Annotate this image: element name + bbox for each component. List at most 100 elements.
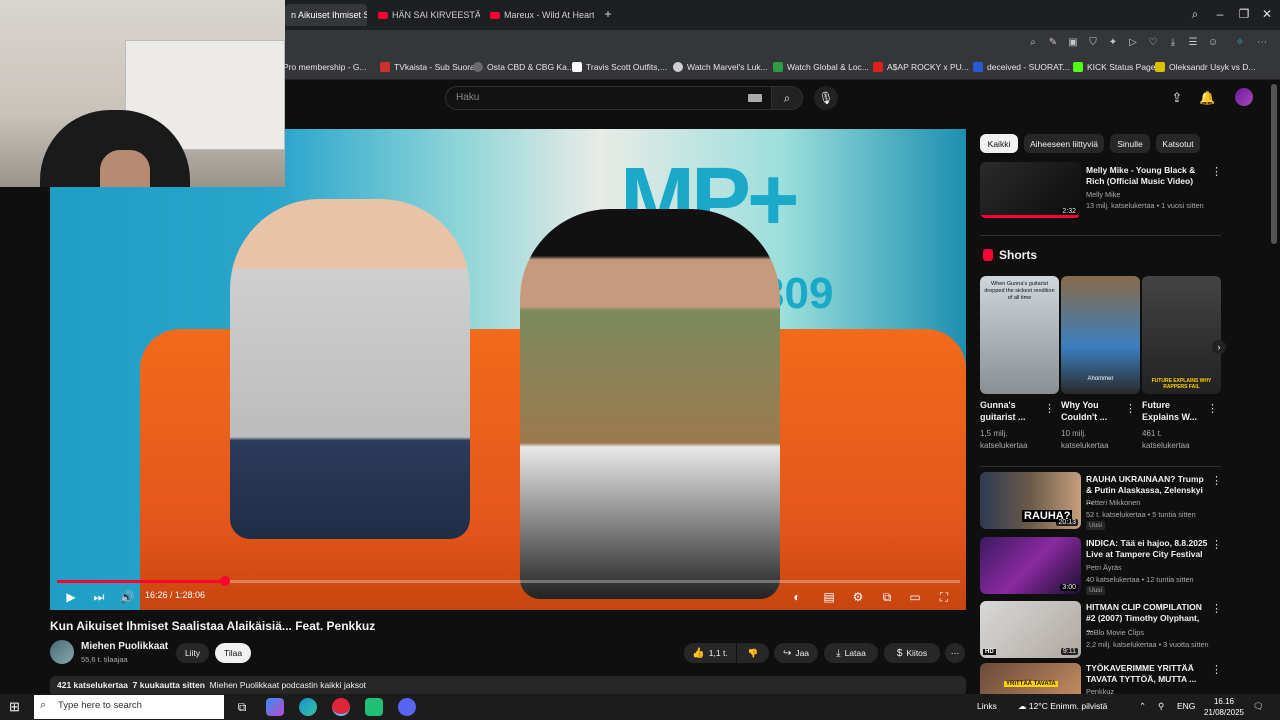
taskbar-search-input[interactable]: Type here to search [34,695,224,719]
recommended-channel[interactable]: Petri Äyräs [1086,562,1216,573]
menu-icon[interactable]: ⋯ [1256,37,1268,49]
profile-icon[interactable]: ☺ [1207,37,1219,49]
recommended-title[interactable]: INDICA: Tää ei hajoo, 8.8.2025 Live at T… [1086,538,1208,560]
recommended-title[interactable]: Melly Mike - Young Black & Rich (Officia… [1086,165,1208,187]
dislike-button[interactable]: 👎 [737,643,769,663]
short-thumbnail[interactable]: Ahommer [1061,276,1140,394]
join-button[interactable]: Liity [176,643,209,663]
bookmark[interactable]: Travis Scott Outfits,... [572,62,667,72]
short-thumbnail[interactable]: When Gunna's guitarist dropped the sicke… [980,276,1059,394]
recommended-channel[interactable]: JoBlo Movie Clips [1086,627,1216,638]
miniplayer-icon[interactable]: ⧉ [878,589,896,605]
copilot-app-icon[interactable] [266,698,284,716]
chip-related[interactable]: Aiheeseen liittyviä [1024,134,1104,153]
recommended-title[interactable]: TYÖKAVERIMME YRITTÄÄ TAVATA TYTTÖÄ, MUTT… [1086,663,1208,685]
bell-icon[interactable]: 🔔 [1199,90,1215,106]
create-icon[interactable]: ⇪ [1169,90,1185,106]
screenshot-icon[interactable]: ▣ [1067,37,1079,49]
network-icon[interactable]: ⚲ [1158,701,1164,712]
more-options-icon[interactable]: ⋮ [1044,402,1055,415]
more-options-icon[interactable]: ⋮ [1125,402,1136,415]
play-button[interactable]: ▶ [63,589,79,605]
clock[interactable]: 16.16 21/08/2025 [1202,696,1246,718]
search-input[interactable]: Haku [445,86,775,110]
next-button[interactable]: ⏭ [91,589,107,605]
more-options-icon[interactable]: ⋮ [1211,474,1222,487]
recommended-channel[interactable]: Petteri Mikkonen [1086,497,1216,508]
recommended-channel[interactable]: Melly Mike [1086,189,1216,200]
extension-icon[interactable]: ✦ [1107,37,1119,49]
more-options-icon[interactable]: ⋮ [1211,538,1222,551]
short-title[interactable]: Why You Couldn't ... [1061,399,1121,423]
copilot-icon[interactable]: ✧ [1234,37,1246,49]
microphone-icon[interactable]: 🎙 [814,86,838,110]
channel-name[interactable]: Miehen Puolikkaat [81,641,168,652]
app-icon[interactable] [365,698,383,716]
task-view-icon[interactable]: ⧉ [233,698,251,716]
language-indicator[interactable]: ENG [1177,701,1195,711]
minimize-icon[interactable]: – [1213,7,1227,21]
subscribe-button[interactable]: Tilaa [215,643,251,663]
recommended-thumbnail[interactable]: HD 9:11 [980,601,1081,658]
zoom-icon[interactable]: ⌕ [1027,37,1039,49]
progress-scrubber[interactable] [220,576,230,586]
short-thumbnail[interactable]: FUTURE EXPLAINS WHY RAPPERS FAIL [1142,276,1221,394]
more-actions-button[interactable]: ⋯ [945,643,965,663]
more-options-icon[interactable]: ⋮ [1207,402,1218,415]
bookmark[interactable]: Watch Marvel's Luk... [673,62,768,72]
more-options-icon[interactable]: ⋮ [1211,663,1222,676]
discord-app-icon[interactable] [398,698,416,716]
search-button[interactable]: ⌕ [771,86,803,110]
chip-all[interactable]: Kaikki [980,134,1018,153]
recommended-thumbnail[interactable]: YRITTÄÄ TAVATA [980,663,1081,694]
new-tab-button[interactable]: + [601,7,615,21]
short-title[interactable]: Gunna's guitarist ... [980,399,1040,423]
channel-avatar[interactable] [50,640,74,664]
weather-widget[interactable]: ☁ 12°C Enimm. pilvistä [1018,701,1107,712]
edge-app-icon[interactable] [299,698,317,716]
bookmark[interactable]: A$AP ROCKY x PU... [873,62,969,72]
keyboard-icon[interactable] [748,94,762,102]
recommended-thumbnail[interactable]: RAUHA? 20:13 [980,472,1081,529]
short-title[interactable]: Future Explains W... [1142,399,1204,423]
download-icon[interactable]: ⤓ [1167,37,1179,49]
edit-icon[interactable]: ✎ [1047,37,1059,49]
browser-tab[interactable]: Mareux - Wild At Heart (O [484,4,594,26]
opera-app-icon[interactable] [332,698,350,716]
tray-expand-icon[interactable]: ⌃ [1139,701,1146,712]
avatar[interactable] [1235,88,1253,106]
recommended-thumbnail[interactable]: 3:00 [980,537,1081,594]
bookmark[interactable]: deceived - SUORAT... [973,62,1070,72]
play-icon[interactable]: ▷ [1127,37,1139,49]
description-box[interactable]: 421 katselukertaa 7 kuukautta sitten Mie… [50,676,966,696]
shorts-next-icon[interactable]: › [1212,340,1226,354]
maximize-icon[interactable]: ❐ [1237,7,1251,21]
fullscreen-icon[interactable]: ⛶ [935,589,953,605]
more-options-icon[interactable]: ⋮ [1211,165,1222,178]
like-button[interactable]: 👍 1,1 t. [684,643,736,663]
scrollbar[interactable] [1271,84,1277,244]
theater-mode-icon[interactable]: ▭ [906,589,924,605]
bookmark[interactable]: TVkaista - Sub Suora [380,62,475,72]
links-toolbar[interactable]: Links [977,701,997,711]
share-button[interactable]: ↪ Jaa [774,643,818,663]
windows-start-icon[interactable]: ⊞ [9,700,23,714]
notifications-icon[interactable]: 🗨 [1253,701,1264,712]
close-icon[interactable]: ✕ [1260,7,1274,21]
download-button[interactable]: ⤓ Lataa [824,643,878,663]
chip-watched[interactable]: Katsotut [1156,134,1200,153]
browser-tab-active[interactable]: n Aikuiset Ihmiset Saal [285,4,367,26]
bookmark[interactable]: Osta CBD & CBG Ka... [473,62,574,72]
volume-icon[interactable]: 🔊 [119,589,135,605]
subtitles-icon[interactable]: ▤ [820,589,838,605]
bookmark[interactable]: Oleksandr Usyk vs D... [1155,62,1255,72]
recommended-channel[interactable]: Penkkuz [1086,686,1216,694]
shield-icon[interactable]: ⛉ [1087,37,1099,49]
recommended-thumbnail[interactable]: 2:32 [980,162,1081,218]
chip-for-you[interactable]: Sinulle [1110,134,1150,153]
bookmark[interactable]: Watch Global & Loc... [773,62,869,72]
autoplay-toggle[interactable]: ◐ [787,589,807,605]
thanks-button[interactable]: $ Kiitos [884,643,940,663]
bookmark[interactable]: Pro membership - G... [283,62,367,72]
search-tabs-icon[interactable]: ⌕ [1188,7,1202,21]
